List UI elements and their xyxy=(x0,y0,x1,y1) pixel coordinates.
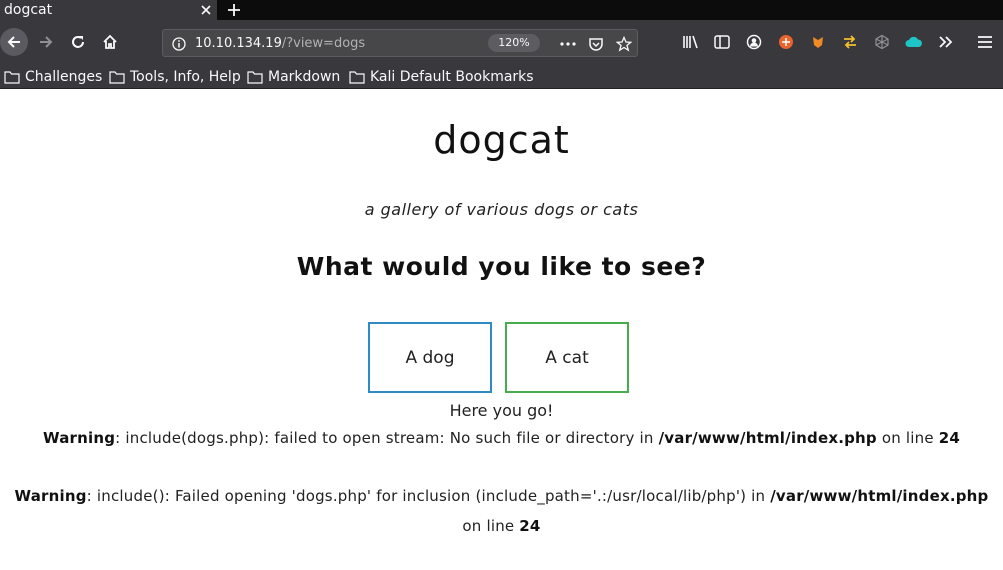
page-title: dogcat xyxy=(433,118,570,162)
warning-line-number: 24 xyxy=(519,517,541,535)
reload-icon[interactable] xyxy=(65,29,91,55)
zoom-indicator[interactable]: 120% xyxy=(488,34,540,52)
extension-burp-icon[interactable] xyxy=(773,29,799,55)
site-info-icon[interactable] xyxy=(172,36,186,51)
warning-label: Warning xyxy=(14,487,87,505)
navigation-toolbar: 10.10.134.19/?view=dogs 120% xyxy=(0,20,1003,64)
bookmark-label: Tools, Info, Help xyxy=(130,68,241,85)
extension-cube-icon[interactable] xyxy=(869,29,895,55)
bookmark-label: Challenges xyxy=(25,68,103,85)
home-icon[interactable] xyxy=(97,29,123,55)
tab-dogcat[interactable]: dogcat xyxy=(0,0,217,20)
warning-file: /var/www/html/index.php xyxy=(770,487,989,505)
new-tab-icon[interactable] xyxy=(222,0,246,20)
warning-file: /var/www/html/index.php xyxy=(658,429,877,447)
folder-icon xyxy=(247,70,263,84)
extension-proxy-icon[interactable] xyxy=(837,29,863,55)
url-text[interactable]: 10.10.134.19/?view=dogs xyxy=(195,35,365,52)
menu-icon[interactable] xyxy=(972,29,998,55)
folder-icon xyxy=(109,70,125,84)
bookmark-label: Markdown xyxy=(268,68,341,85)
warning-line-number: 24 xyxy=(938,429,961,447)
php-warning-2: Warning: include(): Failed opening 'dogs… xyxy=(0,487,1003,505)
warning-label: Warning xyxy=(42,429,116,447)
account-icon[interactable] xyxy=(741,29,767,55)
bookmarks-toolbar: Challenges Tools, Info, Help Markdown Ka… xyxy=(0,64,1003,89)
close-icon[interactable] xyxy=(195,0,217,20)
warning-message: : include(): Failed opening 'dogs.php' f… xyxy=(86,487,771,505)
dog-button[interactable]: A dog xyxy=(368,322,492,393)
page-actions-icon[interactable] xyxy=(559,35,577,53)
result-text: Here you go! xyxy=(449,401,554,420)
cat-button[interactable]: A cat xyxy=(505,322,629,393)
warning-message: : include(dogs.php): failed to open stre… xyxy=(115,429,659,447)
url-bar[interactable]: 10.10.134.19/?view=dogs 120% xyxy=(162,29,638,57)
tab-title: dogcat xyxy=(4,2,53,18)
bookmark-markdown[interactable]: Markdown xyxy=(247,67,340,86)
url-path: /?view=dogs xyxy=(281,36,366,51)
pocket-icon[interactable] xyxy=(587,35,605,53)
bookmark-kali-default[interactable]: Kali Default Bookmarks xyxy=(349,67,534,86)
folder-icon xyxy=(349,70,365,84)
url-host: 10.10.134.19 xyxy=(195,36,282,51)
page-content: dogcat a gallery of various dogs or cats… xyxy=(0,90,1003,570)
bookmark-star-icon[interactable] xyxy=(615,35,633,53)
folder-icon xyxy=(4,70,20,84)
php-warning-2-continued: on line 24 xyxy=(0,517,1003,535)
question-heading: What would you like to see? xyxy=(296,252,707,281)
back-icon[interactable] xyxy=(0,28,28,56)
tab-strip: dogcat xyxy=(0,0,1003,20)
extension-cloud-icon[interactable] xyxy=(901,29,927,55)
bookmark-tools-info-help[interactable]: Tools, Info, Help xyxy=(109,67,241,86)
bookmark-challenges[interactable]: Challenges xyxy=(4,67,102,86)
library-icon[interactable] xyxy=(678,29,704,55)
php-warning-1: Warning: include(dogs.php): failed to op… xyxy=(0,429,1003,447)
page-subtitle: a gallery of various dogs or cats xyxy=(364,200,639,219)
sidebar-icon[interactable] xyxy=(709,29,735,55)
extension-fox-icon[interactable] xyxy=(805,29,831,55)
warning-on-line: on line xyxy=(462,517,520,535)
overflow-chevron-icon[interactable] xyxy=(933,29,959,55)
forward-icon[interactable] xyxy=(33,29,59,55)
warning-on-line: on line xyxy=(876,429,939,447)
bookmark-label: Kali Default Bookmarks xyxy=(370,68,534,85)
